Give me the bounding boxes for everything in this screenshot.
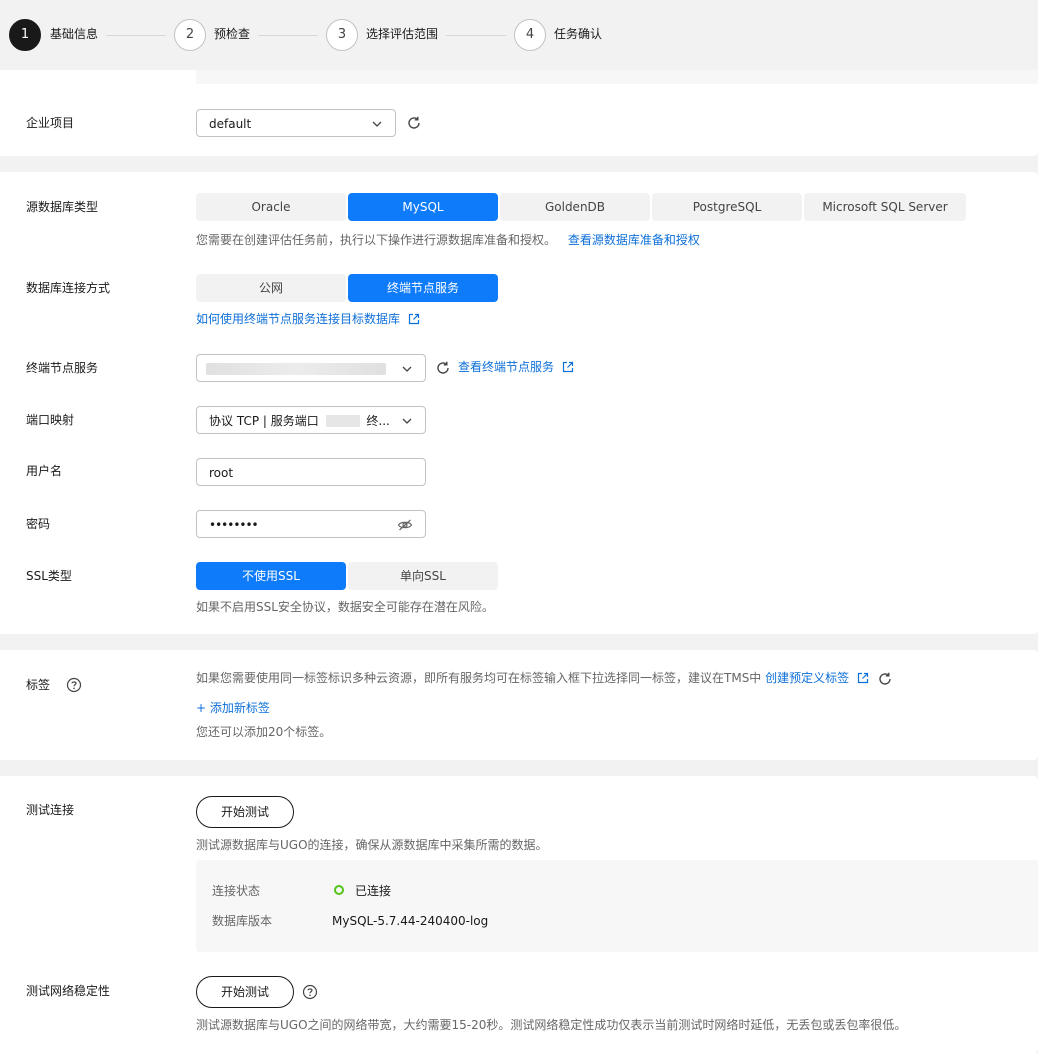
test-connection-label: 测试连接 <box>26 803 75 817</box>
card-top-strip <box>196 70 1038 84</box>
step-connector <box>258 35 318 36</box>
endpoint-help-link[interactable]: 如何使用终端节点服务连接目标数据库 <box>196 311 420 327</box>
step-2-circle: 2 <box>174 19 206 51</box>
ssl-none[interactable]: 不使用SSL <box>196 562 346 590</box>
test-connection-button[interactable]: 开始测试 <box>196 796 294 828</box>
username-label: 用户名 <box>26 464 63 478</box>
test-connection-hint: 测试源数据库与UGO的连接，确保从源数据库中采集所需的数据。 <box>196 838 548 852</box>
password-input[interactable]: •••••••• <box>196 510 426 538</box>
source-db-type-label: 源数据库类型 <box>26 200 99 214</box>
db-type-goldendb[interactable]: GoldenDB <box>500 193 650 221</box>
tags-remaining: 您还可以添加20个标签。 <box>196 725 332 739</box>
ssl-one-way[interactable]: 单向SSL <box>348 562 498 590</box>
refresh-icon[interactable] <box>877 671 893 687</box>
step-2-label: 预检查 <box>214 27 251 41</box>
endpoint-help-link-text: 如何使用终端节点服务连接目标数据库 <box>196 312 401 326</box>
connection-method-label: 数据库连接方式 <box>26 281 111 295</box>
source-db-hint: 您需要在创建评估任务前，执行以下操作进行源数据库准备和授权。 查看源数据库准备和… <box>196 232 700 248</box>
chevron-down-icon <box>402 418 412 424</box>
help-icon[interactable] <box>66 677 82 693</box>
connection-status-label: 连接状态 <box>212 884 261 898</box>
redacted-value <box>206 363 386 375</box>
create-tag-link[interactable]: 创建预定义标签 <box>765 671 849 685</box>
step-1-circle: 1 <box>9 19 41 51</box>
test-network-label: 测试网络稳定性 <box>26 984 111 998</box>
refresh-icon[interactable] <box>435 360 451 376</box>
external-link-icon <box>408 313 419 325</box>
password-value: •••••••• <box>209 518 259 532</box>
step-connector <box>446 35 506 36</box>
step-1-label: 基础信息 <box>50 27 99 41</box>
port-mapping-prefix: 协议 TCP | 服务端口 <box>209 414 319 428</box>
chevron-down-icon <box>372 121 382 127</box>
test-network-button[interactable]: 开始测试 <box>196 976 294 1008</box>
external-link-icon <box>562 361 573 373</box>
connection-public[interactable]: 公网 <box>196 274 346 302</box>
add-tag-link[interactable]: + 添加新标签 <box>196 700 270 716</box>
enterprise-project-select[interactable]: default <box>196 109 396 137</box>
username-input[interactable]: root <box>196 458 426 486</box>
tags-hint-text: 如果您需要使用同一标签标识多种云资源，即所有服务均可在标签输入框下拉选择同一标签… <box>196 671 762 685</box>
step-3-circle: 3 <box>326 19 358 51</box>
step-3-label: 选择评估范围 <box>366 27 439 41</box>
test-network-hint: 测试源数据库与UGO之间的网络带宽，大约需要15-20秒。测试网络稳定性成功仅表… <box>196 1018 907 1032</box>
external-link-icon <box>857 672 869 684</box>
source-db-prep-link[interactable]: 查看源数据库准备和授权 <box>568 233 700 247</box>
step-4-circle: 4 <box>514 19 546 51</box>
step-4-label: 任务确认 <box>554 27 603 41</box>
tags-label-text: 标签 <box>26 678 51 692</box>
status-dot-icon <box>334 885 344 895</box>
username-value: root <box>209 466 234 480</box>
db-version-label: 数据库版本 <box>212 914 273 928</box>
source-db-hint-text: 您需要在创建评估任务前，执行以下操作进行源数据库准备和授权。 <box>196 233 557 247</box>
endpoint-service-label: 终端节点服务 <box>26 361 99 375</box>
tags-label: 标签 <box>26 677 82 693</box>
port-mapping-suffix: 终... <box>366 414 390 428</box>
connection-endpoint[interactable]: 终端节点服务 <box>348 274 498 302</box>
port-mapping-select[interactable]: 协议 TCP | 服务端口 终... <box>196 406 426 434</box>
endpoint-service-select[interactable] <box>196 354 426 382</box>
tags-card <box>0 650 1038 760</box>
step-connector <box>106 35 166 36</box>
db-type-postgresql[interactable]: PostgreSQL <box>652 193 802 221</box>
enterprise-project-value: default <box>209 117 252 131</box>
db-version-value: MySQL-5.7.44-240400-log <box>332 914 489 928</box>
connection-status-panel <box>196 860 1038 952</box>
port-mapping-label: 端口映射 <box>26 413 75 427</box>
view-endpoint-link-text: 查看终端节点服务 <box>458 360 555 374</box>
chevron-down-icon <box>402 366 412 372</box>
db-type-mysql[interactable]: MySQL <box>348 193 498 221</box>
enterprise-project-label: 企业项目 <box>26 116 75 130</box>
password-label: 密码 <box>26 517 51 531</box>
db-type-oracle[interactable]: Oracle <box>196 193 346 221</box>
eye-off-icon[interactable] <box>397 518 413 532</box>
db-type-sqlserver[interactable]: Microsoft SQL Server <box>804 193 966 221</box>
connection-status-value: 已连接 <box>355 884 392 898</box>
tags-hint: 如果您需要使用同一标签标识多种云资源，即所有服务均可在标签输入框下拉选择同一标签… <box>196 670 869 686</box>
port-mapping-value: 协议 TCP | 服务端口 终... <box>209 413 390 429</box>
ssl-type-label: SSL类型 <box>26 569 72 583</box>
refresh-icon[interactable] <box>406 115 422 131</box>
redacted-port <box>325 415 360 427</box>
stepper: 1 基础信息 2 预检查 3 选择评估范围 4 任务确认 <box>0 0 1038 70</box>
help-icon[interactable] <box>302 984 318 1000</box>
ssl-hint: 如果不启用SSL安全协议，数据安全可能存在潜在风险。 <box>196 600 494 614</box>
view-endpoint-link[interactable]: 查看终端节点服务 <box>458 359 574 375</box>
